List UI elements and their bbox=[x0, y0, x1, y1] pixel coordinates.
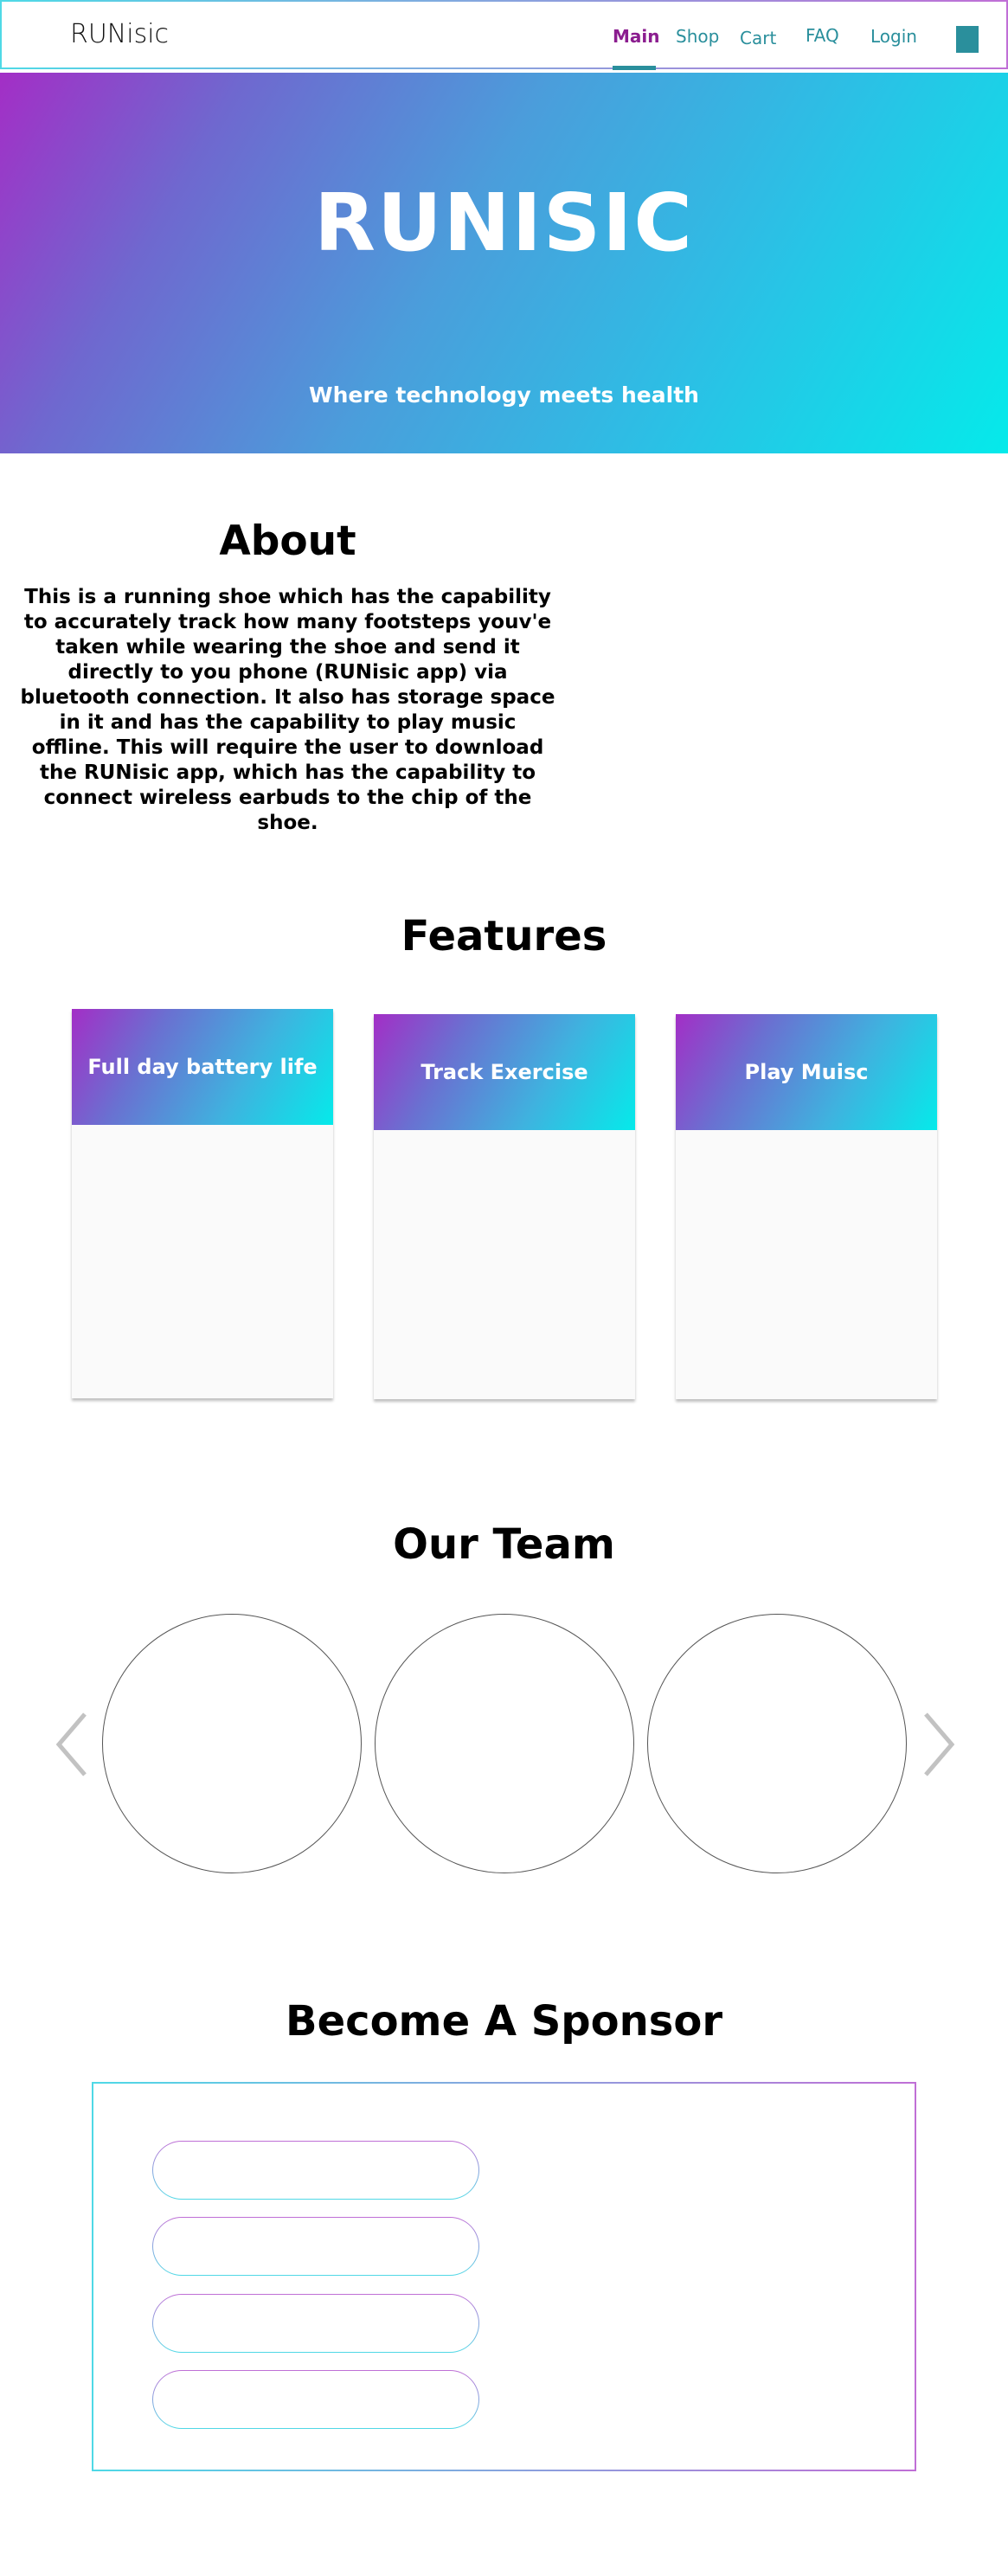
feature-card-title: Full day battery life bbox=[72, 1009, 333, 1125]
menu-toggle-button[interactable] bbox=[956, 26, 979, 53]
brand-logo[interactable]: RUNisic bbox=[70, 19, 169, 49]
hero-title: RUNISIC bbox=[314, 177, 694, 269]
sponsor-input-2[interactable] bbox=[152, 2217, 479, 2276]
sponsor-input-1[interactable] bbox=[152, 2141, 479, 2200]
nav-link-main[interactable]: Main bbox=[613, 26, 660, 47]
feature-card-title: Track Exercise bbox=[374, 1014, 635, 1130]
hero-subtitle: Where technology meets health bbox=[309, 382, 699, 408]
team-member-avatar[interactable] bbox=[102, 1614, 362, 1873]
hero-banner: RUNISIC Where technology meets health bbox=[0, 73, 1008, 453]
active-nav-indicator bbox=[613, 66, 656, 70]
chevron-left-icon[interactable] bbox=[55, 1712, 90, 1777]
nav-link-login[interactable]: Login bbox=[870, 26, 917, 47]
nav-link-shop[interactable]: Shop bbox=[676, 26, 719, 47]
chevron-right-icon[interactable] bbox=[921, 1712, 955, 1777]
feature-card-track[interactable]: Track Exercise bbox=[374, 1014, 635, 1399]
sponsor-heading: Become A Sponsor bbox=[285, 1997, 722, 2046]
team-heading: Our Team bbox=[393, 1520, 615, 1569]
team-member-avatar[interactable] bbox=[647, 1614, 907, 1873]
nav-link-cart[interactable]: Cart bbox=[740, 28, 776, 48]
navbar: RUNisic Main Shop Cart FAQ Login bbox=[0, 0, 1008, 70]
features-heading: Features bbox=[401, 912, 607, 960]
feature-card-music[interactable]: Play Muisc bbox=[676, 1014, 937, 1399]
team-member-avatar[interactable] bbox=[375, 1614, 634, 1873]
sponsor-form bbox=[92, 2082, 916, 2471]
feature-card-battery[interactable]: Full day battery life bbox=[72, 1009, 333, 1398]
nav-link-faq[interactable]: FAQ bbox=[806, 25, 839, 46]
sponsor-input-3[interactable] bbox=[152, 2294, 479, 2353]
about-heading: About bbox=[219, 517, 356, 565]
feature-card-title: Play Muisc bbox=[676, 1014, 937, 1130]
sponsor-input-4[interactable] bbox=[152, 2370, 479, 2429]
about-description: This is a running shoe which has the cap… bbox=[20, 586, 555, 834]
